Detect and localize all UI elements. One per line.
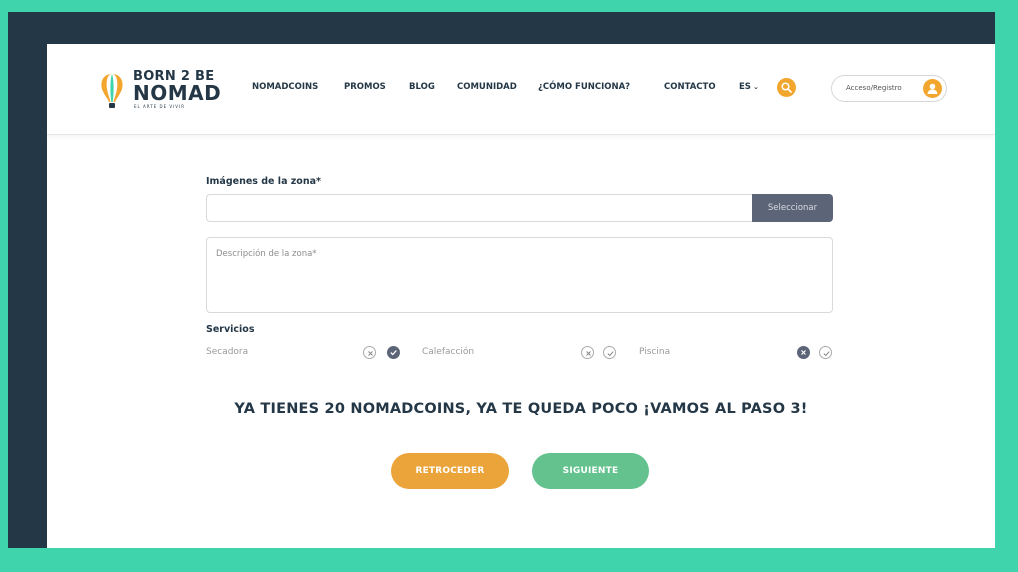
close-icon — [801, 350, 806, 355]
nav-item-contacto[interactable]: CONTACTO — [664, 81, 716, 93]
select-file-button[interactable]: Seleccionar — [752, 194, 833, 222]
next-button[interactable]: SIGUIENTE — [532, 453, 649, 489]
description-textarea[interactable]: Descripción de la zona* — [206, 237, 833, 313]
service-no-toggle-piscina[interactable] — [797, 346, 810, 359]
brand-logo[interactable]: BORN 2 BE NOMAD EL ARTE DE VIVIR — [99, 70, 222, 116]
search-button[interactable] — [777, 78, 796, 97]
service-name-secadora: Secadora — [206, 347, 249, 357]
service-yes-toggle-secadora[interactable] — [387, 346, 400, 359]
service-yes-toggle-piscina[interactable] — [819, 346, 832, 359]
user-icon — [923, 79, 942, 98]
login-register-label: Acceso/Registro — [846, 84, 902, 92]
brand-tagline: EL ARTE DE VIVIR — [134, 104, 185, 109]
close-icon — [368, 351, 373, 356]
nav-item-comunidad[interactable]: COMUNIDAD — [457, 81, 517, 93]
page-content: BORN 2 BE NOMAD EL ARTE DE VIVIR NOMADCO… — [47, 44, 995, 548]
nav-item-promos[interactable]: PROMOS — [344, 81, 386, 93]
nomadcoins-progress-banner: YA TIENES 20 NOMADCOINS, YA TE QUEDA POC… — [234, 401, 808, 417]
site-header: BORN 2 BE NOMAD EL ARTE DE VIVIR NOMADCO… — [47, 44, 995, 135]
service-name-calefaccion: Calefacción — [422, 347, 475, 357]
check-icon — [607, 351, 614, 357]
nav-item-nomadcoins[interactable]: NOMADCOINS — [252, 81, 318, 93]
close-icon — [586, 351, 591, 356]
service-no-toggle-calefaccion[interactable] — [581, 346, 594, 359]
images-field-label: Imágenes de la zona* — [206, 176, 321, 187]
nav-item-blog[interactable]: BLOG — [409, 81, 435, 93]
check-icon — [823, 351, 830, 357]
service-no-toggle-secadora[interactable] — [363, 346, 376, 359]
description-placeholder: Descripción de la zona* — [216, 249, 317, 259]
back-button[interactable]: RETROCEDER — [391, 453, 509, 489]
brand-name-line2: NOMAD — [133, 81, 222, 105]
language-label: ES — [739, 82, 751, 92]
language-selector[interactable]: ES ⌄ — [739, 81, 759, 93]
search-icon — [781, 82, 792, 93]
services-label: Servicios — [206, 324, 255, 335]
nav-item-como-funciona[interactable]: ¿CÓMO FUNCIONA? — [538, 81, 630, 93]
service-name-piscina: Piscina — [639, 347, 671, 357]
chevron-down-icon: ⌄ — [752, 83, 759, 91]
balloon-logo-icon — [101, 74, 123, 108]
check-icon — [390, 350, 397, 356]
login-register-button[interactable]: Acceso/Registro — [831, 75, 947, 102]
images-file-input[interactable] — [206, 194, 752, 222]
service-yes-toggle-calefaccion[interactable] — [603, 346, 616, 359]
